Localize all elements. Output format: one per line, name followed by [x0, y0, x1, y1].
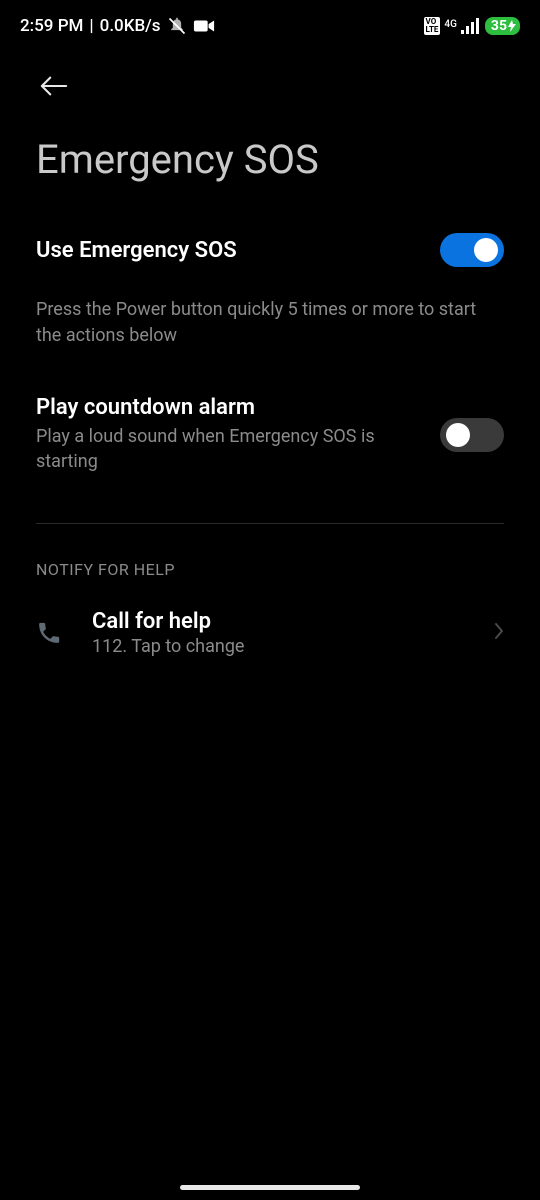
status-left: 2:59 PM | 0.0KB/s: [20, 16, 215, 36]
camera-icon: [193, 18, 215, 34]
use-emergency-sos-toggle[interactable]: [440, 233, 504, 267]
countdown-alarm-row[interactable]: Play countdown alarm Play a loud sound w…: [0, 367, 540, 494]
notify-for-help-header: NOTIFY FOR HELP: [0, 524, 540, 589]
battery-percent: 35: [491, 18, 507, 34]
use-emergency-sos-title: Use Emergency SOS: [36, 238, 424, 263]
call-for-help-item[interactable]: Call for help 112. Tap to change: [0, 589, 540, 677]
back-button[interactable]: [40, 72, 68, 100]
chevron-right-icon: [494, 622, 504, 644]
use-emergency-sos-row[interactable]: Use Emergency SOS: [0, 213, 540, 287]
status-speed: 0.0KB/s: [100, 16, 161, 36]
mute-icon: [167, 16, 187, 36]
battery-indicator: 35: [485, 17, 520, 35]
use-emergency-sos-description: Press the Power button quickly 5 times o…: [0, 287, 540, 367]
call-for-help-title: Call for help: [92, 609, 466, 634]
status-bar: 2:59 PM | 0.0KB/s VO LTE 4G: [0, 0, 540, 44]
countdown-alarm-title: Play countdown alarm: [36, 395, 424, 420]
status-right: VO LTE 4G 35: [424, 17, 520, 35]
countdown-alarm-subtitle: Play a loud sound when Emergency SOS is …: [36, 424, 424, 474]
network-label: 4G: [444, 19, 457, 30]
phone-icon: [36, 620, 64, 646]
countdown-alarm-toggle[interactable]: [440, 418, 504, 452]
signal-icon: [461, 18, 481, 34]
volte-icon: VO LTE: [424, 17, 441, 35]
page-title: Emergency SOS: [0, 108, 540, 213]
call-for-help-subtitle: 112. Tap to change: [92, 636, 466, 657]
home-indicator[interactable]: [180, 1185, 360, 1190]
status-time: 2:59 PM: [20, 16, 83, 36]
status-sep: |: [89, 16, 93, 36]
